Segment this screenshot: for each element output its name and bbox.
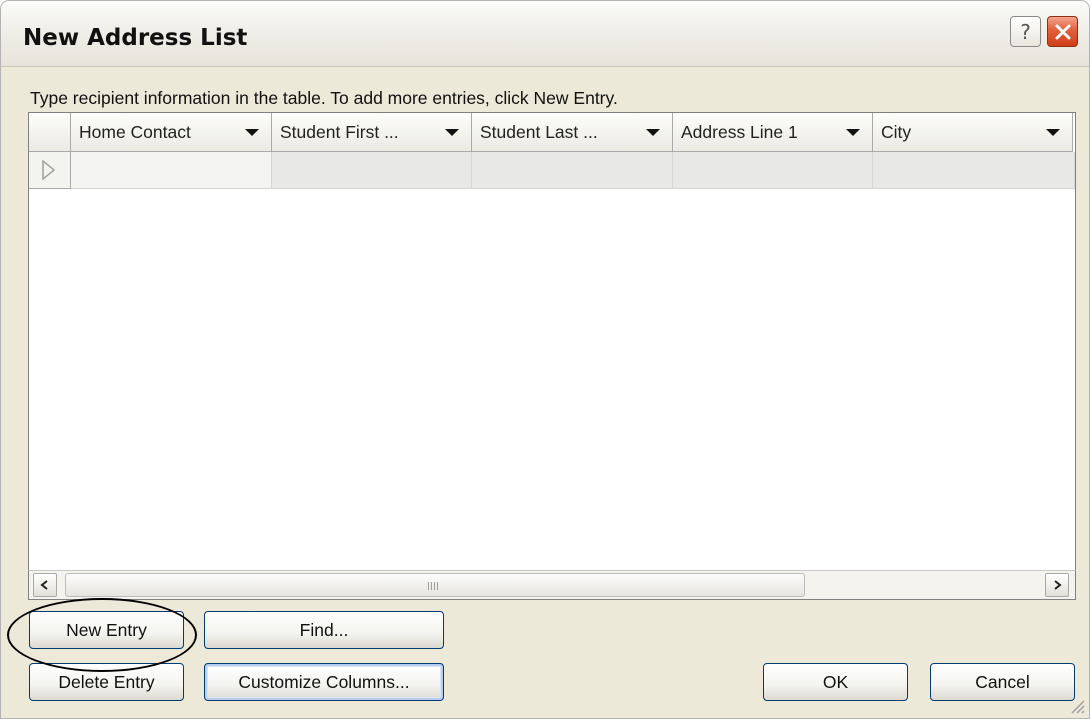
instruction-label: Type recipient information in the table.… — [30, 88, 618, 108]
table-cell[interactable] — [873, 152, 1075, 189]
find-button[interactable]: Find... — [204, 611, 444, 649]
help-button[interactable]: ? — [1010, 16, 1041, 47]
column-header-home-contact[interactable]: Home Contact — [71, 113, 272, 152]
row-pointer-icon — [42, 159, 56, 181]
new-address-list-dialog: New Address List ? Type recipient inform… — [0, 0, 1090, 719]
column-label: Student Last ... — [480, 122, 598, 142]
grip-icon — [428, 582, 440, 590]
title-bar[interactable]: New Address List ? — [1, 1, 1089, 67]
table-cell[interactable] — [673, 152, 873, 189]
column-label: Student First ... — [280, 122, 399, 142]
table-cell[interactable] — [272, 152, 472, 189]
scroll-right-icon — [1054, 580, 1062, 590]
column-header-city[interactable]: City — [873, 113, 1073, 152]
resize-grip-icon[interactable] — [1067, 696, 1085, 714]
table-cell[interactable] — [472, 152, 673, 189]
row-header[interactable] — [29, 152, 71, 189]
help-icon: ? — [1020, 19, 1031, 44]
table-cell[interactable] — [71, 152, 272, 189]
horizontal-scrollbar[interactable] — [28, 570, 1076, 600]
customize-columns-button[interactable]: Customize Columns... — [204, 663, 444, 701]
column-label: Home Contact — [79, 122, 191, 142]
scroll-right-button[interactable] — [1045, 573, 1069, 597]
instruction-text: Type recipient information in the table.… — [30, 88, 618, 109]
new-entry-button[interactable]: New Entry — [29, 611, 184, 649]
address-table[interactable]: Home Contact Student First ... Student L… — [28, 112, 1076, 600]
column-header-student-last[interactable]: Student Last ... — [472, 113, 673, 152]
column-header-address-line-1[interactable]: Address Line 1 — [673, 113, 873, 152]
dropdown-arrow-icon[interactable] — [1046, 129, 1060, 136]
window-title: New Address List — [23, 25, 248, 51]
dropdown-arrow-icon[interactable] — [646, 129, 660, 136]
dropdown-arrow-icon[interactable] — [846, 129, 860, 136]
scrollbar-thumb[interactable] — [65, 573, 805, 597]
delete-entry-button[interactable]: Delete Entry — [29, 663, 184, 701]
scroll-left-button[interactable] — [33, 573, 57, 597]
column-header-student-first[interactable]: Student First ... — [272, 113, 472, 152]
dropdown-arrow-icon[interactable] — [245, 129, 259, 136]
scroll-left-icon — [40, 580, 48, 590]
header-corner — [29, 113, 71, 152]
column-label: Address Line 1 — [681, 122, 798, 142]
close-x-icon — [1055, 24, 1070, 39]
dropdown-arrow-icon[interactable] — [445, 129, 459, 136]
cancel-button[interactable]: Cancel — [930, 663, 1075, 701]
ok-button[interactable]: OK — [763, 663, 908, 701]
close-button[interactable] — [1047, 16, 1078, 47]
column-label: City — [881, 122, 912, 142]
